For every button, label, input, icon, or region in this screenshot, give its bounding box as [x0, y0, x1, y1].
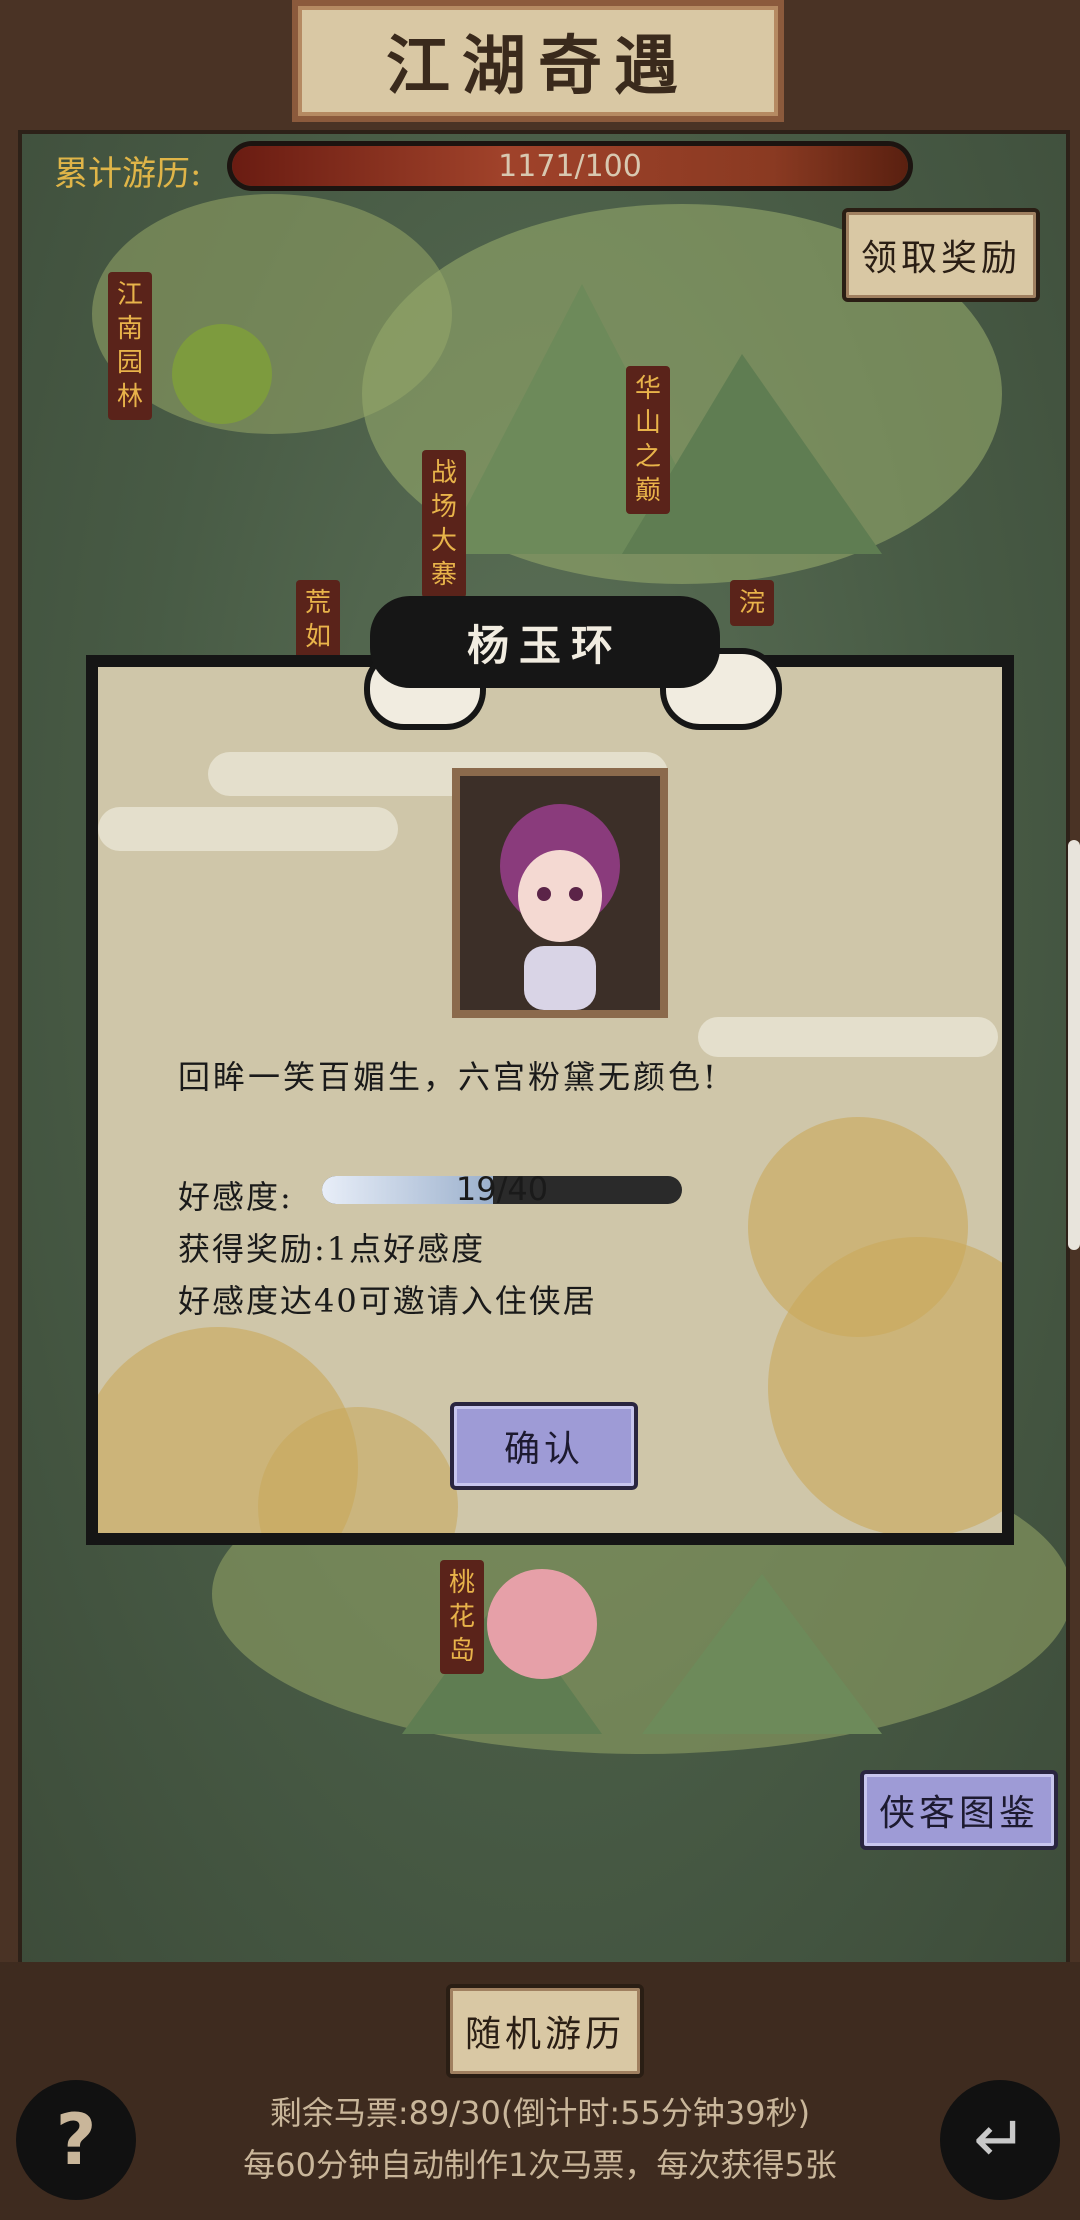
reward-text: 获得奖励:1点好感度	[178, 1230, 486, 1268]
page-title: 江湖奇遇	[292, 0, 784, 122]
place-huan[interactable]: 浣	[730, 580, 774, 626]
return-arrow-icon: ↵	[973, 2103, 1027, 2177]
favor-label: 好感度:	[178, 1178, 293, 1216]
invite-text: 好感度达40可邀请入住侠居	[178, 1282, 597, 1320]
scrollbar[interactable]	[1068, 840, 1080, 1250]
experience-bar: 1171/100	[232, 146, 908, 186]
favor-value: 19/40	[455, 1170, 549, 1208]
auto-ticket-text: 每60分钟自动制作1次马票，每次获得5张	[243, 2146, 837, 2184]
character-portrait	[452, 768, 668, 1018]
portrait-image	[460, 776, 660, 1010]
place-jiangnan-garden[interactable]: 江南园林	[108, 272, 152, 420]
character-name: 杨玉环	[466, 620, 623, 670]
character-quote: 回眸一笑百媚生，六宫粉黛无颜色!	[178, 1058, 719, 1096]
place-battlefield-camp[interactable]: 战场大寨	[422, 450, 466, 598]
help-button[interactable]: ?	[16, 2080, 136, 2200]
question-mark-icon: ?	[55, 2099, 97, 2181]
random-travel-button[interactable]: 随机游历	[446, 1984, 644, 2078]
place-huashan-peak[interactable]: 华山之巅	[626, 366, 670, 514]
experience-value: 1171/100	[498, 148, 642, 184]
place-peach-blossom-island[interactable]: 桃花岛	[440, 1560, 484, 1674]
place-huangru[interactable]: 荒如	[296, 580, 340, 660]
tickets-remaining-text: 剩余马票:89/30(倒计时:55分钟39秒)	[269, 2094, 811, 2132]
experience-label: 累计游历:	[54, 154, 202, 194]
character-name-banner: 杨玉环	[370, 596, 720, 688]
back-button[interactable]: ↵	[940, 2080, 1060, 2200]
confirm-button[interactable]: 确认	[450, 1402, 638, 1490]
hero-gallery-button[interactable]: 侠客图鉴	[860, 1770, 1058, 1850]
claim-reward-button[interactable]: 领取奖励	[842, 208, 1040, 302]
